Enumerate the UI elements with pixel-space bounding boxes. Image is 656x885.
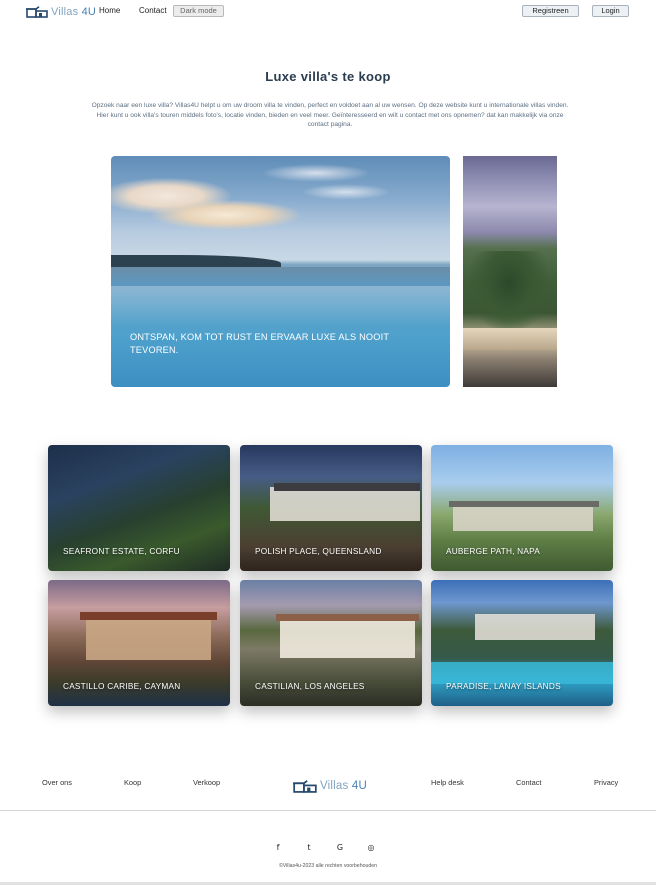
villa-card-castilian[interactable]: CASTILIAN, LOS ANGELES (240, 580, 422, 706)
hero-slide-next[interactable] (463, 156, 557, 387)
villa-card-title: POLISH PLACE, QUEENSLAND (255, 546, 382, 556)
villa-card-paradise[interactable]: PARADISE, LANAY ISLANDS (431, 580, 613, 706)
google-icon[interactable]: G (333, 841, 347, 855)
villa-card-seafront-estate[interactable]: SEAFRONT ESTATE, CORFU (48, 445, 230, 571)
villa-image-roof (449, 501, 599, 507)
villa-card-title: CASTILLO CARIBE, CAYMAN (63, 681, 181, 691)
hero-image-cloud (151, 200, 301, 230)
hero-image-beach (463, 328, 557, 350)
villa-card-title: PARADISE, LANAY ISLANDS (446, 681, 561, 691)
hero-image-cloud (301, 184, 391, 200)
villa-image-house (475, 614, 595, 640)
villa-image-roof (80, 612, 217, 620)
footer-divider (0, 810, 656, 811)
dark-mode-button[interactable]: Dark mode (173, 5, 224, 17)
hero-image-reflection (111, 286, 450, 326)
hero-image-pool-edge (111, 267, 450, 287)
facebook-icon[interactable]: f (271, 841, 285, 855)
logo[interactable]: Villas 4U (26, 4, 96, 20)
hero-slide-active[interactable]: ONTSPAN, KOM TOT RUST EN ERVAAR LUXE ALS… (111, 156, 450, 387)
hero-image-cloud (261, 164, 371, 182)
hero-caption: ONTSPAN, KOM TOT RUST EN ERVAAR LUXE ALS… (130, 332, 390, 355)
footer-link-verkoop[interactable]: Verkoop (193, 778, 220, 787)
footer-link-privacy[interactable]: Privacy (594, 778, 618, 787)
footer-logo[interactable]: Villas 4U (293, 778, 367, 794)
logo-text: Villas 4U (51, 6, 97, 18)
villa-card-auberge-path[interactable]: AUBERGE PATH, NAPA (431, 445, 613, 571)
twitter-icon[interactable]: t (302, 841, 316, 855)
villa-image-house (270, 487, 420, 521)
footer-link-help-desk[interactable]: Help desk (431, 778, 464, 787)
villa-image-roof (276, 614, 419, 621)
footer-link-koop[interactable]: Koop (124, 778, 141, 787)
villa-image-roof (274, 483, 420, 491)
villa-image-house (86, 616, 211, 660)
hero-image-palms (469, 251, 549, 331)
login-button[interactable]: Login (592, 5, 629, 17)
villa-card-polish-place[interactable]: POLISH PLACE, QUEENSLAND (240, 445, 422, 571)
villa-card-title: CASTILIAN, LOS ANGELES (255, 681, 365, 691)
villa-logo-icon (293, 779, 317, 793)
villa-image-house (453, 505, 593, 531)
instagram-icon[interactable]: ◎ (364, 841, 378, 855)
villa-card-title: SEAFRONT ESTATE, CORFU (63, 546, 180, 556)
villa-logo-icon (26, 6, 48, 18)
villa-card-title: AUBERGE PATH, NAPA (446, 546, 540, 556)
intro-text: Opzoek naar een luxe villa? Villas4U hel… (91, 102, 569, 129)
footer-logo-text: Villas 4U (320, 780, 367, 792)
register-button[interactable]: Registreen (522, 5, 579, 17)
nav-link-home[interactable]: Home (99, 6, 120, 15)
navbar: Villas 4U Home Contact Dark mode Registr… (0, 0, 656, 24)
footer-link-over-ons[interactable]: Over ons (42, 778, 72, 787)
page-title: Luxe villa's te koop (265, 69, 391, 84)
nav-link-contact[interactable]: Contact (139, 6, 167, 15)
footer-link-contact[interactable]: Contact (516, 778, 541, 787)
villa-image-house (280, 618, 415, 658)
villa-card-castillo-caribe[interactable]: CASTILLO CARIBE, CAYMAN (48, 580, 230, 706)
copyright-text: ©Villas4u-2023 alle rechten voorbehouden (278, 863, 378, 869)
